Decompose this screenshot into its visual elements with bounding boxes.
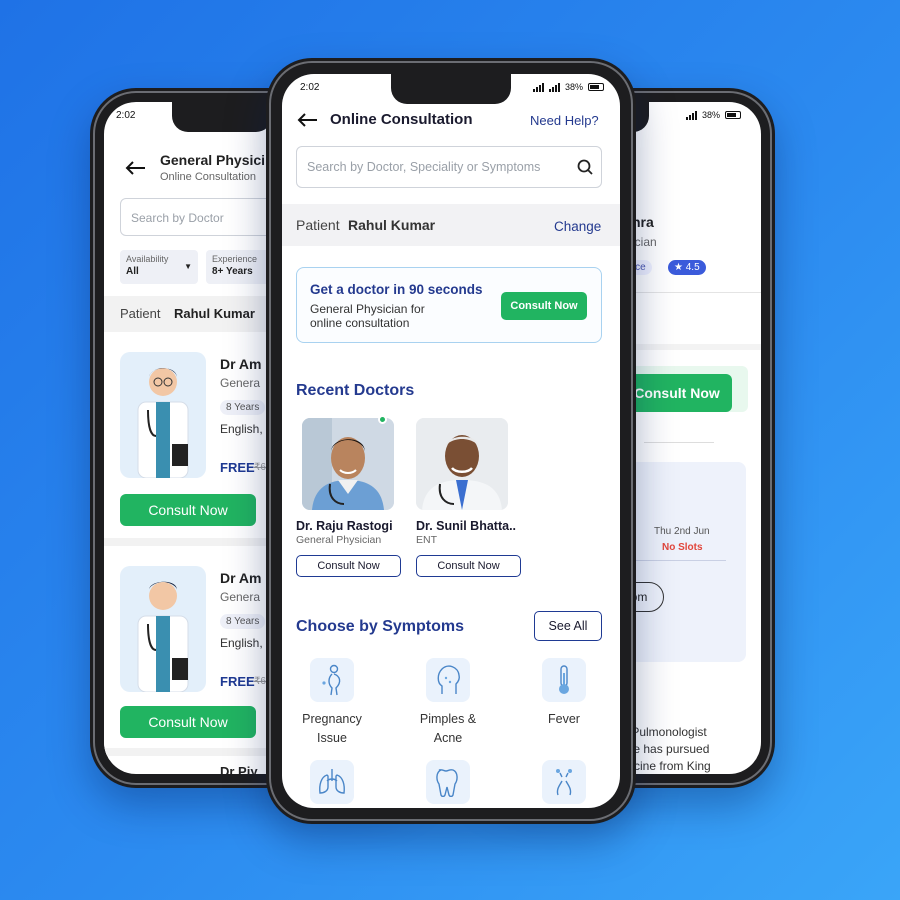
- thermometer-icon: [542, 658, 586, 702]
- symptom-dental[interactable]: [426, 760, 470, 804]
- patient-name: Rahul Kumar: [348, 217, 436, 233]
- availability-filter[interactable]: Availability All ▼: [120, 250, 198, 284]
- page-subtitle: Online Consultation: [160, 171, 257, 183]
- search-input[interactable]: Search by Doctor, Speciality or Symptoms: [296, 146, 602, 188]
- doctor-avatar: [120, 352, 206, 478]
- consult-now-button[interactable]: Consult Now: [622, 374, 732, 412]
- lungs-icon: [310, 760, 354, 804]
- symptom-nose[interactable]: [542, 760, 586, 804]
- doctor-avatar: [120, 566, 206, 692]
- symptoms-heading: Choose by Symptoms: [296, 618, 465, 635]
- back-arrow-icon[interactable]: [296, 112, 318, 128]
- consult-now-button[interactable]: Consult Now: [120, 706, 256, 738]
- center-screen: 2:02 38% Online Consultation Need Help? …: [282, 74, 620, 808]
- need-help-link[interactable]: Need Help?: [530, 113, 599, 128]
- rating-badge: ★ 4.5: [668, 260, 706, 275]
- back-arrow-icon[interactable]: [124, 160, 146, 176]
- status-time: 2:02: [116, 110, 136, 121]
- center-phone: 2:02 38% Online Consultation Need Help? …: [266, 58, 636, 824]
- consult-now-button[interactable]: Consult Now: [416, 555, 521, 577]
- patient-bar: Patient Rahul Kumar Change: [282, 204, 620, 246]
- page-title: General Physici: [160, 152, 266, 168]
- consult-now-button[interactable]: Consult Now: [501, 292, 587, 320]
- online-status-dot: [378, 415, 387, 424]
- battery-icon: [588, 83, 604, 91]
- nose-icon: [542, 760, 586, 804]
- consult-now-button[interactable]: Consult Now: [296, 555, 401, 577]
- status-time: 2:02: [300, 82, 320, 93]
- page-title: Online Consultation: [330, 111, 473, 128]
- doctor-photo[interactable]: [302, 418, 394, 510]
- dropdown-icon: ▼: [184, 262, 192, 271]
- symptom-pregnancy[interactable]: [310, 658, 354, 702]
- pimples-icon: [426, 658, 470, 702]
- symptom-fever[interactable]: [542, 658, 586, 702]
- quick-consult-banner: Get a doctor in 90 seconds General Physi…: [296, 267, 602, 343]
- search-icon[interactable]: [577, 159, 593, 175]
- change-patient-link[interactable]: Change: [554, 219, 601, 234]
- see-all-button[interactable]: See All: [534, 611, 602, 641]
- consult-now-button[interactable]: Consult Now: [120, 494, 256, 526]
- pregnancy-icon: [310, 658, 354, 702]
- battery-icon: [725, 111, 741, 119]
- patient-name: Rahul Kumar: [174, 306, 255, 321]
- tooth-icon: [426, 760, 470, 804]
- doctor-photo[interactable]: [416, 418, 508, 510]
- symptom-lungs[interactable]: [310, 760, 354, 804]
- recent-doctors-heading: Recent Doctors: [296, 382, 415, 399]
- symptom-pimples[interactable]: [426, 658, 470, 702]
